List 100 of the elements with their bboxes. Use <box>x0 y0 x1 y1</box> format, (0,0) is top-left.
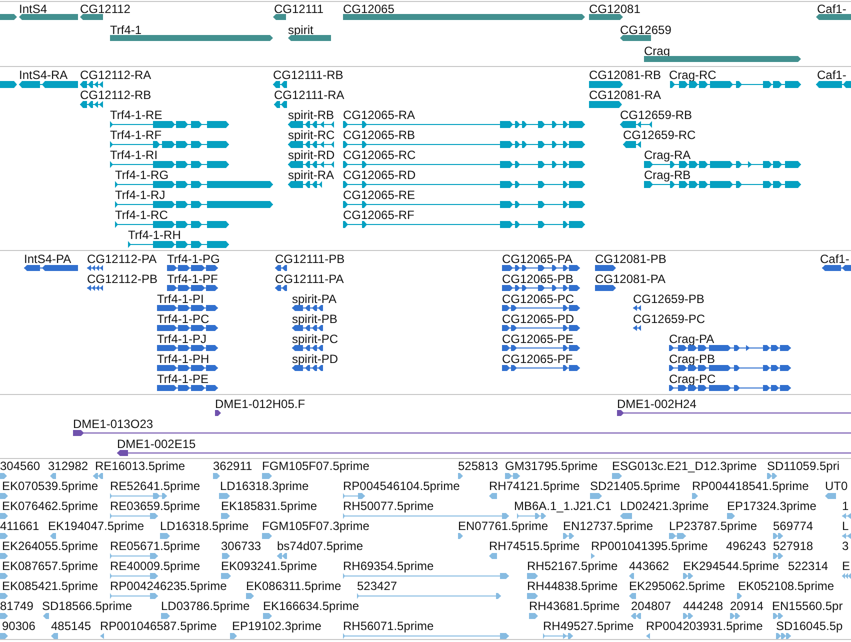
protein-label: CG12065-PF <box>502 352 573 366</box>
est-label: EN15560.5pr <box>772 599 843 613</box>
est-label: L <box>842 519 849 533</box>
est-label: SD18566.5prime <box>42 599 132 613</box>
est-label: RE03659.5prime <box>110 499 200 513</box>
est-label: EP17324.3prime <box>727 499 816 513</box>
protein-label: CG12111-PA <box>275 272 344 286</box>
est-label: ESG013c.E21_D12.3prime <box>612 459 757 473</box>
transcript-label: CG12659-RB <box>620 108 692 122</box>
transcript-label: CG12081-RB <box>589 68 662 82</box>
protein-label: Crag-PC <box>669 372 716 386</box>
est-label: 485145 <box>51 619 92 633</box>
est-label: 527918 <box>773 539 814 553</box>
est-label: EK194047.5prime <box>48 519 144 533</box>
est-label: 496243 <box>726 539 766 553</box>
est-label: EK070539.5prime <box>2 479 98 493</box>
est-label: SD11059.5pri <box>767 459 840 473</box>
protein-label: CG12081-PA <box>595 272 666 286</box>
est-label: 523427 <box>357 579 398 593</box>
protein-label: IntS4-PA <box>24 252 72 266</box>
transcript-label: Trf4-1-RF <box>110 128 162 142</box>
protein-label: spirit-PA <box>292 292 336 306</box>
transcript-label: Crag-RB <box>644 168 691 182</box>
est-label: E <box>842 559 850 573</box>
est-label: EK087657.5prime <box>2 559 98 573</box>
est-label: 522314 <box>788 559 828 573</box>
transcript-label: Caf1- <box>817 68 846 82</box>
est-label: GM31795.5prime <box>505 459 598 473</box>
protein-label: spirit-PC <box>292 332 338 346</box>
clone-label: DME1-012H05.F <box>215 397 306 411</box>
est-label: 569774 <box>773 519 814 533</box>
protein-label: Trf4-1-PC <box>157 312 210 326</box>
est-label: LD02421.3prime <box>620 499 709 513</box>
est-label: EK264055.5prime <box>2 539 98 553</box>
protein-label: Crag-PA <box>669 332 714 346</box>
est-label: RH50077.5prime <box>343 499 434 513</box>
est-label: 90306 <box>2 619 36 633</box>
est-label: FGM105F07.3prime <box>262 519 370 533</box>
transcript-label: CG12065-RC <box>343 148 416 162</box>
est-label: RH74515.5prime <box>489 539 580 553</box>
est-label: 411661 <box>0 519 40 533</box>
protein-label: Trf4-1-PE <box>157 372 209 386</box>
est-label: LD16318.3prime <box>220 479 309 493</box>
est-label: 306733 <box>221 539 262 553</box>
est-label: RP004418541.5prime <box>692 479 809 493</box>
est-label: RE52641.5prime <box>110 479 200 493</box>
est-label: SD21405.5prime <box>590 479 680 493</box>
est-label: 3 <box>842 539 849 553</box>
est-label: MB6A.1_1.J21.C1 <box>514 499 612 513</box>
protein-label: Caf1- <box>820 252 850 266</box>
est-label: EK076462.5prime <box>2 499 98 513</box>
transcript-label: CG12112-RA <box>80 68 152 82</box>
gene-label: CG12081 <box>589 2 640 16</box>
protein-label: Trf4-1-PF <box>167 272 218 286</box>
gene-label: Caf1- <box>817 2 846 16</box>
protein-label: spirit-PD <box>292 352 338 366</box>
est-label: 1 <box>842 499 849 513</box>
est-label: RH74121.5prime <box>489 479 580 493</box>
transcript-label: CG12065-RB <box>343 128 416 142</box>
est-label: RP001041395.5prime <box>591 539 708 553</box>
protein-label: spirit-PB <box>292 312 338 326</box>
est-label: EN12737.5prime <box>563 519 654 533</box>
gene-label: spirit <box>288 23 314 37</box>
protein-label: CG12659-PB <box>633 292 704 306</box>
protein-label: CG12065-PB <box>502 272 574 286</box>
transcript-label: CG12659-RC <box>623 128 696 142</box>
est-label: EK086311.5prime <box>246 579 342 593</box>
clone-label: DME1-002H24 <box>617 397 696 411</box>
est-label: EP19102.3prime <box>232 619 322 633</box>
est-label: EK052108.5prime <box>738 579 834 593</box>
est-label: RH44838.5prime <box>527 579 618 593</box>
est-label: RE16013.5prime <box>95 459 186 473</box>
est-label: 525813 <box>458 459 498 473</box>
est-label: EN07761.5prime <box>458 519 548 533</box>
transcript-label: CG12065-RE <box>343 188 416 202</box>
protein-label: CG12081-PB <box>595 252 666 266</box>
gene-label: Trf4-1 <box>110 23 142 37</box>
protein-label: Trf4-1-PJ <box>157 332 207 346</box>
est-label: RH43681.5prime <box>529 599 620 613</box>
protein-label: Trf4-1-PI <box>157 292 204 306</box>
est-label: RE05671.5prime <box>110 539 200 553</box>
est-label: EK166634.5prime <box>263 599 360 613</box>
est-label: 444248 <box>683 599 724 613</box>
transcript-label: CG12065-RA <box>343 108 416 122</box>
transcript-label: spirit-RA <box>288 168 334 182</box>
est-label: RE40009.5prime <box>110 559 200 573</box>
transcript-label: CG12111-RB <box>273 68 344 82</box>
transcript-label: spirit-RC <box>288 128 335 142</box>
protein-label: CG12111-PB <box>275 252 345 266</box>
transcript-label: IntS4-RA <box>19 68 68 82</box>
est-label: 443662 <box>629 559 670 573</box>
est-label: RP004546104.5prime <box>343 479 460 493</box>
transcript-label: Trf4-1-RC <box>115 208 168 222</box>
transcript-label: spirit-RB <box>288 108 334 122</box>
est-label: EK185831.5prime <box>221 499 318 513</box>
transcript-label: Trf4-1-RG <box>115 168 169 182</box>
transcript-label: CG12081-RA <box>589 88 662 102</box>
est-label: EK294544.5prime <box>683 559 780 573</box>
est-label: 20914 <box>730 599 764 613</box>
est-label: 304560 <box>0 459 40 473</box>
